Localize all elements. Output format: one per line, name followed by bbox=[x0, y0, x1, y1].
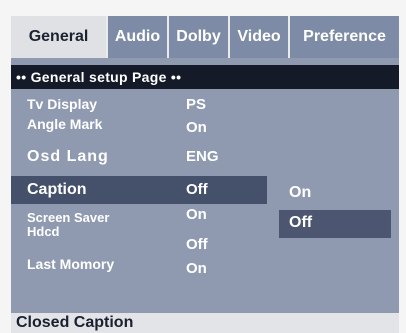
status-text: Closed Caption bbox=[16, 314, 134, 331]
tab-audio[interactable]: Audio bbox=[106, 16, 167, 58]
status-bar: Closed Caption bbox=[11, 313, 399, 333]
setting-label-caption[interactable]: Caption bbox=[27, 181, 87, 199]
tab-video[interactable]: Video bbox=[228, 16, 288, 58]
setting-label-last-memory[interactable]: Last Momory bbox=[27, 256, 114, 272]
page-header: •• General setup Page •• bbox=[11, 65, 399, 89]
tab-bar: General Audio Dolby Video Preference bbox=[11, 16, 399, 58]
settings-panel: •• General setup Page •• Tv Display PS A… bbox=[11, 58, 399, 313]
submenu-option-off[interactable]: Off bbox=[289, 214, 312, 232]
tab-preference-label: Preference bbox=[303, 28, 386, 45]
dvd-setup-menu: General Audio Dolby Video Preference •• … bbox=[0, 0, 406, 333]
tab-dolby-label: Dolby bbox=[176, 28, 221, 45]
setting-value-hdcd: Off bbox=[186, 236, 208, 253]
setting-label-hdcd[interactable]: Hdcd bbox=[27, 224, 60, 239]
tab-general[interactable]: General bbox=[11, 16, 106, 58]
submenu-option-on[interactable]: On bbox=[289, 184, 311, 202]
setting-label-osd-lang[interactable]: Osd Lang bbox=[27, 148, 109, 166]
setting-label-angle-mark[interactable]: Angle Mark bbox=[27, 116, 102, 132]
setting-label-screen-saver[interactable]: Screen Saver bbox=[27, 210, 109, 225]
setting-value-tv-display: PS bbox=[186, 96, 207, 113]
tab-video-label: Video bbox=[237, 28, 281, 45]
tab-dolby[interactable]: Dolby bbox=[167, 16, 228, 58]
page-title: •• General setup Page •• bbox=[16, 69, 182, 85]
tab-audio-label: Audio bbox=[114, 28, 161, 45]
setting-value-osd-lang: ENG bbox=[186, 148, 219, 165]
setting-value-last-memory: On bbox=[186, 260, 207, 277]
tab-general-label: General bbox=[28, 28, 89, 45]
setting-label-tv-display[interactable]: Tv Display bbox=[27, 96, 97, 112]
setting-value-screen-saver: On bbox=[186, 206, 207, 223]
setting-value-angle-mark: On bbox=[186, 119, 207, 136]
setting-value-caption: Off bbox=[186, 181, 208, 198]
tab-preference[interactable]: Preference bbox=[288, 16, 399, 58]
